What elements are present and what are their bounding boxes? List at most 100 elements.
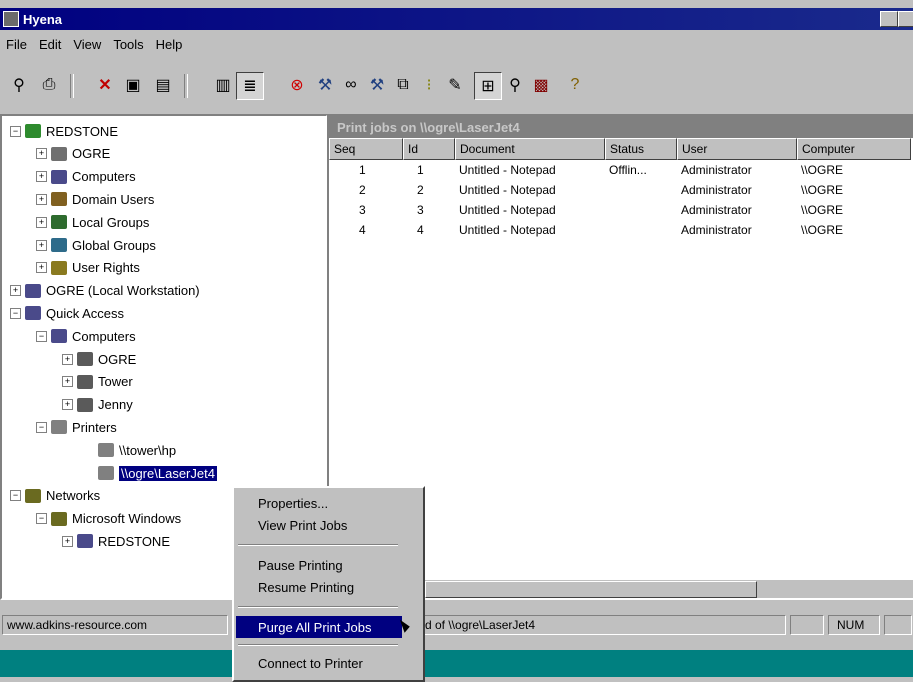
- tree-node-label: Quick Access: [46, 305, 125, 321]
- tree-node[interactable]: − Computers: [36, 325, 136, 347]
- tree-node-label: REDSTONE: [46, 123, 118, 139]
- menu-file[interactable]: File: [6, 37, 27, 52]
- expand-icon[interactable]: +: [62, 399, 73, 411]
- toolbar: ⚲ ⎙ ✕ ▣ ▤ ▥ ≣ ⊗ ⚒ ∞ ⚒ ⧉ ⁝ ✎ ⊞ ⚲ ▩ ?: [0, 68, 913, 104]
- delete-icon[interactable]: ✕: [92, 72, 118, 98]
- table-row[interactable]: 3 3 Untitled - Notepad Administrator \\O…: [329, 200, 913, 220]
- expand-icon[interactable]: +: [36, 216, 47, 228]
- column-header-user[interactable]: User: [677, 138, 797, 160]
- computer-icon: [77, 374, 93, 389]
- tree-node[interactable]: + OGRE: [62, 348, 136, 370]
- minimize-button[interactable]: [880, 11, 898, 27]
- expand-icon[interactable]: +: [10, 285, 21, 297]
- properties-icon[interactable]: ▣: [120, 72, 146, 98]
- scrollbar-thumb[interactable]: [425, 581, 757, 598]
- tree-node-label: \\tower\hp: [119, 442, 177, 458]
- menu-edit[interactable]: Edit: [39, 37, 61, 52]
- menu-item-view-print-jobs[interactable]: View Print Jobs: [258, 518, 347, 533]
- connect2-icon[interactable]: ⚲: [502, 72, 528, 98]
- collapse-icon[interactable]: −: [10, 490, 21, 502]
- menu-item-resume-printing[interactable]: Resume Printing: [258, 580, 354, 595]
- menu-tools[interactable]: Tools: [113, 37, 143, 52]
- computer-icon: [77, 352, 93, 366]
- server-icon: [51, 146, 67, 161]
- monitor-icon[interactable]: ▩: [528, 72, 554, 98]
- title-bar: Hyena: [0, 8, 913, 30]
- expand-icon[interactable]: +: [36, 262, 47, 274]
- expand-icon[interactable]: +: [36, 148, 47, 160]
- collapse-icon[interactable]: −: [36, 330, 47, 342]
- column-header-computer[interactable]: Computer: [797, 138, 911, 160]
- expand-icon[interactable]: +: [62, 376, 73, 388]
- maximize-button[interactable]: [898, 11, 913, 27]
- table-row[interactable]: 2 2 Untitled - Notepad Administrator \\O…: [329, 180, 913, 200]
- collapse-icon[interactable]: −: [10, 125, 21, 137]
- cell-id: 4: [417, 223, 424, 237]
- tree-node[interactable]: \\tower\hp: [84, 439, 176, 461]
- printer-icon: [51, 420, 67, 435]
- expand-icon[interactable]: +: [62, 353, 73, 365]
- cell-computer: \\OGRE: [801, 223, 844, 237]
- group-icon: [51, 238, 67, 252]
- expand-icon[interactable]: +: [36, 239, 47, 251]
- print-icon[interactable]: ⎙: [36, 72, 62, 98]
- expand-icon[interactable]: +: [36, 171, 47, 183]
- menu-item-connect-to-printer[interactable]: Connect to Printer: [258, 656, 363, 671]
- tree-node[interactable]: − Networks: [10, 485, 100, 507]
- table-row[interactable]: 4 4 Untitled - Notepad Administrator \\O…: [329, 220, 913, 240]
- stop-icon[interactable]: ⊗: [284, 72, 310, 98]
- tree-node[interactable]: + Jenny: [62, 394, 133, 416]
- column-header-seq[interactable]: Seq: [329, 138, 403, 160]
- job-list: 1 1 Untitled - Notepad Offlin... Adminis…: [329, 160, 913, 240]
- copy-icon[interactable]: ⧉: [390, 72, 416, 98]
- tree-node[interactable]: − Quick Access: [10, 302, 124, 324]
- tree-node[interactable]: − Printers: [36, 416, 117, 438]
- tree-node[interactable]: + Computers: [36, 166, 136, 188]
- collapse-icon[interactable]: −: [36, 421, 47, 433]
- tree-node[interactable]: + Global Groups: [36, 234, 156, 256]
- workstation-icon: [25, 283, 41, 298]
- menu-help[interactable]: Help: [156, 37, 183, 52]
- tree-node[interactable]: + OGRE: [36, 143, 110, 165]
- tree-node[interactable]: − Microsoft Windows: [36, 508, 181, 530]
- refresh-icon[interactable]: ▤: [150, 72, 176, 98]
- tree-icon[interactable]: ⁝: [416, 72, 442, 98]
- tree-node[interactable]: + User Rights: [36, 257, 140, 279]
- details-view-icon[interactable]: ≣: [236, 72, 264, 100]
- tree-node-label: Domain Users: [72, 191, 155, 207]
- help-icon[interactable]: ?: [562, 72, 588, 98]
- menu-item-purge-all-print-jobs[interactable]: Purge All Print Jobs: [236, 616, 402, 638]
- tree-node[interactable]: − REDSTONE: [10, 120, 118, 142]
- column-header-status[interactable]: Status: [605, 138, 677, 160]
- menu-view[interactable]: View: [73, 37, 101, 52]
- menu-separator: [238, 644, 398, 646]
- expand-icon[interactable]: +: [36, 193, 47, 205]
- binoculars-icon[interactable]: ∞: [338, 72, 364, 98]
- tree-node[interactable]: \\ogre\LaserJet4: [84, 462, 217, 484]
- printer-icon: [98, 466, 114, 480]
- column-header-id[interactable]: Id: [403, 138, 455, 160]
- tree-node-label: Tower: [98, 374, 133, 390]
- tree-node-label: User Rights: [72, 260, 140, 276]
- pencil-icon[interactable]: ✎: [442, 72, 468, 98]
- cell-document: Untitled - Notepad: [459, 163, 556, 177]
- tree-node[interactable]: + Tower: [62, 371, 133, 393]
- expand-icon[interactable]: +: [62, 535, 73, 547]
- tree-node[interactable]: + REDSTONE: [62, 530, 170, 552]
- network-icon[interactable]: ⊞: [474, 72, 502, 100]
- menu-item-properties[interactable]: Properties...: [258, 496, 328, 511]
- connect-icon[interactable]: ⚲: [6, 72, 32, 98]
- table-row[interactable]: 1 1 Untitled - Notepad Offlin... Adminis…: [329, 160, 913, 180]
- tree-node[interactable]: + Local Groups: [36, 211, 149, 233]
- list-view-icon[interactable]: ▥: [210, 72, 236, 98]
- tree-node[interactable]: + OGRE (Local Workstation): [10, 280, 200, 302]
- collapse-icon[interactable]: −: [36, 513, 47, 525]
- tool-icon[interactable]: ⚒: [312, 72, 338, 98]
- list-header: Seq Id Document Status User Computer: [329, 138, 913, 160]
- column-header-document[interactable]: Document: [455, 138, 605, 160]
- tree-node-label: Jenny: [98, 397, 133, 413]
- collapse-icon[interactable]: −: [10, 307, 21, 319]
- menu-item-pause-printing[interactable]: Pause Printing: [258, 558, 343, 573]
- tree-node[interactable]: + Domain Users: [36, 188, 154, 210]
- tool2-icon[interactable]: ⚒: [364, 72, 390, 98]
